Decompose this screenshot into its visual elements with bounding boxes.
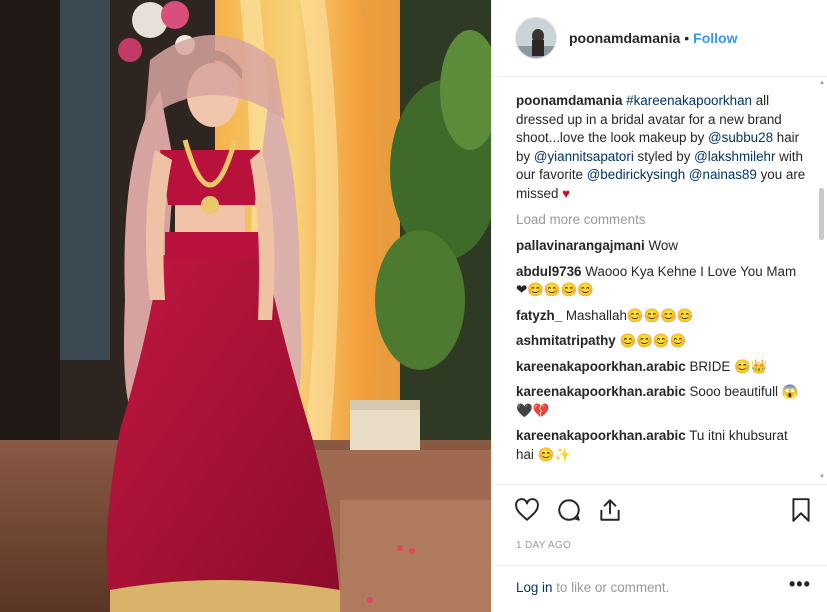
caption-mention[interactable]: @bedirickysingh <box>587 167 685 182</box>
header-username[interactable]: poonamdamania <box>569 30 680 46</box>
more-options-icon[interactable]: ••• <box>789 574 811 595</box>
post-sidebar: poonamdamania • Follow poonamdamania #ka… <box>491 0 827 612</box>
post-timestamp[interactable]: 1 DAY AGO <box>516 540 571 551</box>
comment-username[interactable]: abdul9736 <box>516 264 582 279</box>
comment-item: abdul9736 Waooo Kya Kehne I Love You Mam… <box>516 263 806 300</box>
comments-scrollbar[interactable]: ▲ ▼ <box>818 78 825 482</box>
share-button[interactable] <box>597 497 623 523</box>
comment-text: Wow <box>648 238 678 253</box>
caption-text: styled by <box>633 148 695 164</box>
login-link[interactable]: Log in <box>516 580 552 595</box>
login-prompt-text: to like or comment. <box>552 580 670 595</box>
caption-hashtag[interactable]: #kareenakapoorkhan <box>626 93 752 108</box>
caption-username[interactable]: poonamdamania <box>516 93 622 108</box>
heart-icon <box>515 498 539 521</box>
scroll-down-arrow-icon[interactable]: ▼ <box>819 474 825 480</box>
login-bar: Log in to like or comment. ••• <box>492 565 827 605</box>
comment-username[interactable]: fatyzh_ <box>516 308 562 323</box>
follow-button[interactable]: Follow <box>693 30 737 46</box>
comment-username[interactable]: ashmitatripathy <box>516 333 616 348</box>
comment-item: kareenakapoorkhan.arabic Sooo beautifull… <box>516 383 806 420</box>
comment-text: 😊😊😊😊 <box>619 333 687 348</box>
login-prompt: Log in to like or comment. <box>516 580 669 595</box>
red-heart-icon: ♥ <box>562 185 571 201</box>
comment-username[interactable]: pallavinarangajmani <box>516 238 645 253</box>
caption-mention[interactable]: @subbu28 <box>708 130 773 145</box>
bookmark-icon <box>792 498 810 522</box>
caption-mention[interactable]: @lakshmilehr <box>694 149 775 164</box>
bride-photo-illustration <box>0 0 491 612</box>
comment-item: fatyzh_ Mashallah😊😊😊😊 <box>516 307 806 326</box>
post-header: poonamdamania • Follow <box>492 0 827 77</box>
caption-mention[interactable]: @nainas89 <box>689 167 757 182</box>
speech-bubble-icon <box>558 499 580 521</box>
post-photo[interactable] <box>0 0 491 612</box>
comment-username[interactable]: kareenakapoorkhan.arabic <box>516 359 686 374</box>
comment-item: kareenakapoorkhan.arabic BRIDE 😊👑 <box>516 358 806 377</box>
comment-item: ashmitatripathy 😊😊😊😊 <box>516 332 806 351</box>
comment-username[interactable]: kareenakapoorkhan.arabic <box>516 428 686 443</box>
scrollbar-thumb[interactable] <box>819 188 824 240</box>
comment-text: BRIDE 😊👑 <box>689 358 768 374</box>
post-caption: poonamdamania #kareenakapoorkhan all dre… <box>516 92 806 203</box>
header-separator-dot: • <box>684 30 690 46</box>
comment-button[interactable] <box>556 497 582 523</box>
post-actions-bar: 1 DAY AGO Log in to like or comment. ••• <box>492 484 827 604</box>
comment-username[interactable]: kareenakapoorkhan.arabic <box>516 384 686 399</box>
avatar-image <box>516 18 556 58</box>
load-more-comments-button[interactable]: Load more comments <box>516 212 806 227</box>
comment-text: Mashallah😊😊😊😊 <box>565 307 694 323</box>
like-button[interactable] <box>514 497 540 523</box>
comment-item: pallavinarangajmani Wow <box>516 237 806 256</box>
save-button[interactable] <box>788 497 814 523</box>
comment-item: kareenakapoorkhan.arabic Tu itni khubsur… <box>516 427 806 464</box>
share-icon <box>600 499 620 521</box>
scroll-up-arrow-icon[interactable]: ▲ <box>819 80 825 86</box>
caption-mention[interactable]: @yiannitsapatori <box>534 149 634 164</box>
comments-list: poonamdamania #kareenakapoorkhan all dre… <box>492 78 827 484</box>
avatar[interactable] <box>515 17 557 59</box>
